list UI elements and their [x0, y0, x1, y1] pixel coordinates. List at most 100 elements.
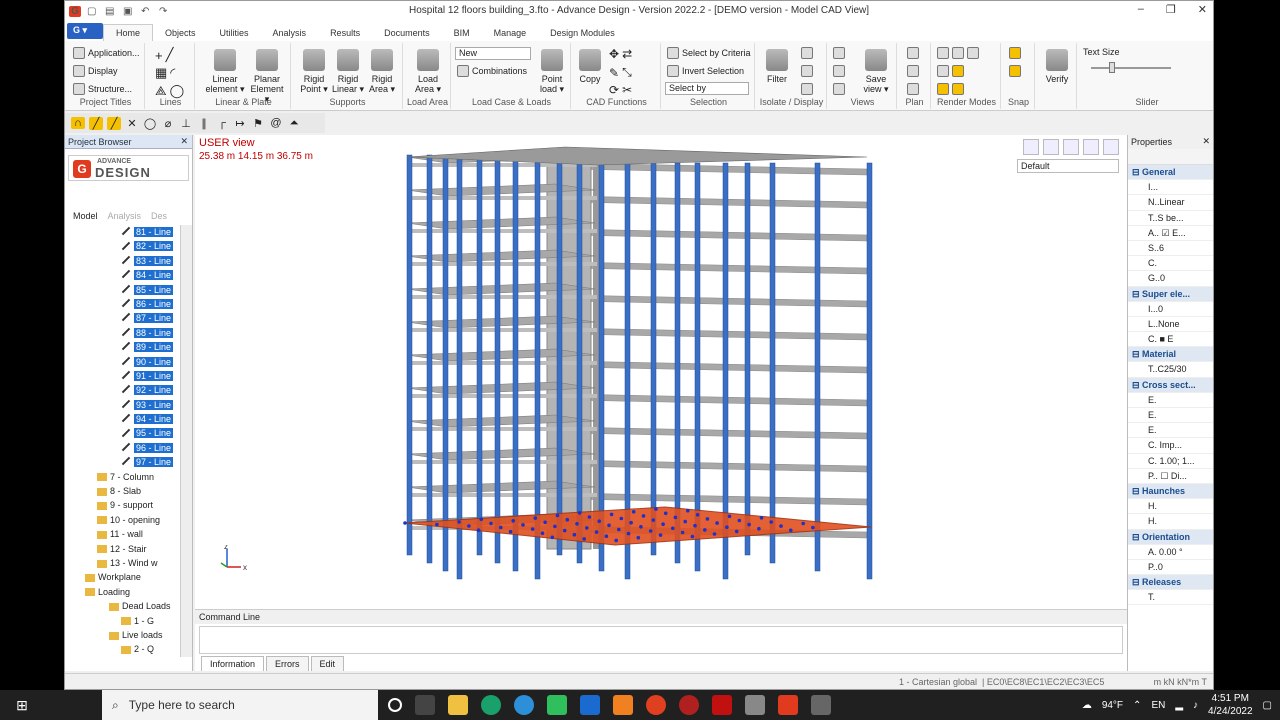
load-case-select[interactable]: New	[455, 47, 531, 60]
chrome-icon[interactable]	[646, 695, 666, 715]
tab-analysis-browser[interactable]: Analysis	[108, 211, 142, 221]
close-icon[interactable]: ✕	[1202, 136, 1210, 147]
tab-home[interactable]: Home	[103, 24, 154, 41]
tree-item[interactable]: 7 - Column	[65, 470, 177, 484]
building-model[interactable]	[195, 135, 1127, 609]
red-app-icon[interactable]	[679, 695, 699, 715]
tree-item[interactable]: 82 - Line	[65, 239, 177, 253]
tree-item[interactable]: Loading	[65, 585, 177, 599]
edge-icon[interactable]	[514, 695, 534, 715]
tree-item[interactable]: 87 - Line	[65, 311, 177, 325]
tree-item[interactable]: 97 - Line	[65, 455, 177, 469]
property-row[interactable]: T..C25/30	[1128, 362, 1213, 378]
plan-tool-3[interactable]	[907, 83, 919, 95]
snap-corner-icon[interactable]: ┌	[215, 117, 229, 129]
render-tools-3[interactable]	[937, 83, 964, 95]
tree-item[interactable]: 93 - Line	[65, 398, 177, 412]
maximize-icon[interactable]: ❐	[1166, 3, 1176, 16]
planar-element-button[interactable]: Planar Element ▾	[247, 49, 287, 104]
filter-button[interactable]: Filter	[761, 49, 793, 84]
autocad-icon[interactable]	[712, 695, 732, 715]
tree-item[interactable]: Live loads	[65, 628, 177, 642]
property-row[interactable]: P.. ☐ Di...	[1128, 469, 1213, 484]
cad-tools-1[interactable]: ✥ ⇄	[609, 47, 632, 61]
snap-parallel-icon[interactable]: ∥	[197, 117, 211, 130]
grid-icon[interactable]: ▦	[155, 65, 167, 81]
select-by-criteria-button[interactable]: Select by Criteria	[667, 47, 751, 59]
property-row[interactable]: A. 0.00 °	[1128, 545, 1213, 560]
minimize-icon[interactable]: –	[1138, 3, 1144, 16]
property-row[interactable]: S..6	[1128, 241, 1213, 257]
application-button[interactable]: Application...	[73, 47, 140, 59]
property-row[interactable]: E.	[1128, 393, 1213, 408]
render-tools-2[interactable]	[937, 65, 964, 77]
plan-tool-1[interactable]	[907, 47, 919, 59]
close-icon[interactable]: ✕	[180, 136, 188, 147]
tab-documents[interactable]: Documents	[372, 25, 442, 41]
tree-item[interactable]: 91 - Line	[65, 369, 177, 383]
tab-bim[interactable]: BIM	[442, 25, 482, 41]
copy-button[interactable]: Copy	[575, 49, 605, 84]
other-app-icon[interactable]	[811, 695, 831, 715]
tree-item[interactable]: 89 - Line	[65, 340, 177, 354]
rigid-area-button[interactable]: Rigid Area ▾	[365, 49, 399, 94]
property-row[interactable]: I...	[1128, 180, 1213, 196]
magnet-icon[interactable]: ∩	[71, 117, 85, 129]
scale-icon[interactable]: ⤡	[622, 65, 632, 80]
property-section[interactable]: ⊟ Haunches	[1128, 483, 1213, 500]
property-row[interactable]: N..Linear	[1128, 195, 1213, 211]
property-row[interactable]: H.	[1128, 514, 1213, 530]
property-section[interactable]: ⊟ Material	[1128, 347, 1213, 363]
tab-model[interactable]: Model	[73, 211, 98, 221]
tree-item[interactable]: 90 - Line	[65, 355, 177, 369]
property-row[interactable]: E.	[1128, 408, 1213, 424]
isolate-tool-3[interactable]	[801, 83, 813, 95]
property-row[interactable]: T..S be...	[1128, 211, 1213, 226]
snap-mid-icon[interactable]: ╱	[107, 116, 121, 130]
property-row[interactable]: G..0	[1128, 271, 1213, 287]
linear-element-button[interactable]: Linear element ▾	[205, 49, 245, 94]
cad-viewport[interactable]: USER view 25.38 m 14.15 m 36.75 m Defaul…	[195, 135, 1127, 609]
rigid-point-button[interactable]: Rigid Point ▾	[297, 49, 331, 94]
snap-tool-2[interactable]	[1009, 65, 1021, 77]
trim-icon[interactable]: ✂	[622, 83, 632, 97]
snap-arrow-icon[interactable]: ↦	[233, 117, 247, 130]
rigid-linear-button[interactable]: Rigid Linear ▾	[331, 49, 365, 94]
green-app-icon[interactable]	[547, 695, 567, 715]
file-explorer-icon[interactable]	[448, 695, 468, 715]
weather-icon[interactable]: ☁	[1082, 700, 1092, 711]
isolate-tool-2[interactable]	[801, 65, 813, 77]
display-button[interactable]: Display	[73, 65, 118, 77]
point-load-button[interactable]: Point load ▾	[535, 49, 569, 94]
tree-item[interactable]: 95 - Line	[65, 426, 177, 440]
isolate-tool-1[interactable]	[801, 47, 813, 59]
plus-icon[interactable]: +	[155, 48, 163, 63]
property-row[interactable]: H.	[1128, 499, 1213, 515]
taskbar-search[interactable]: ⌕ Type here to search	[102, 690, 378, 720]
command-output[interactable]	[199, 626, 1123, 654]
tab-results[interactable]: Results	[318, 25, 372, 41]
tree-item[interactable]: 84 - Line	[65, 268, 177, 282]
line-icon[interactable]: ╱	[166, 47, 174, 63]
property-section[interactable]: ⊟ Cross sect...	[1128, 377, 1213, 393]
tree-item[interactable]: 8 - Slab	[65, 484, 177, 498]
edit-icon[interactable]: ✎	[609, 66, 619, 80]
tree-item[interactable]: 92 - Line	[65, 383, 177, 397]
properties-toolbar[interactable]	[1128, 149, 1213, 165]
tree-item[interactable]: 96 - Line	[65, 441, 177, 455]
tree-item[interactable]: 13 - Wind w	[65, 556, 177, 570]
tree-item[interactable]: 88 - Line	[65, 326, 177, 340]
property-section[interactable]: ⊟ Releases	[1128, 575, 1213, 591]
tab-design-modules[interactable]: Design Modules	[538, 25, 627, 41]
tab-information[interactable]: Information	[201, 656, 265, 671]
move-icon[interactable]: ✥	[609, 47, 619, 61]
mirror-icon[interactable]: ⇄	[622, 47, 632, 61]
snap-intersection-icon[interactable]: ✕	[125, 117, 139, 130]
snap-tangent-icon[interactable]: ⌀	[161, 117, 175, 130]
property-row[interactable]: C. ■ E	[1128, 332, 1213, 348]
snap-perp-icon[interactable]: ⊥	[179, 117, 193, 130]
snap-flag-icon[interactable]: ⚑	[251, 117, 265, 130]
arc-icon[interactable]: ◜	[170, 65, 175, 81]
view-tool-1[interactable]	[833, 47, 845, 59]
calculator-icon[interactable]	[745, 695, 765, 715]
